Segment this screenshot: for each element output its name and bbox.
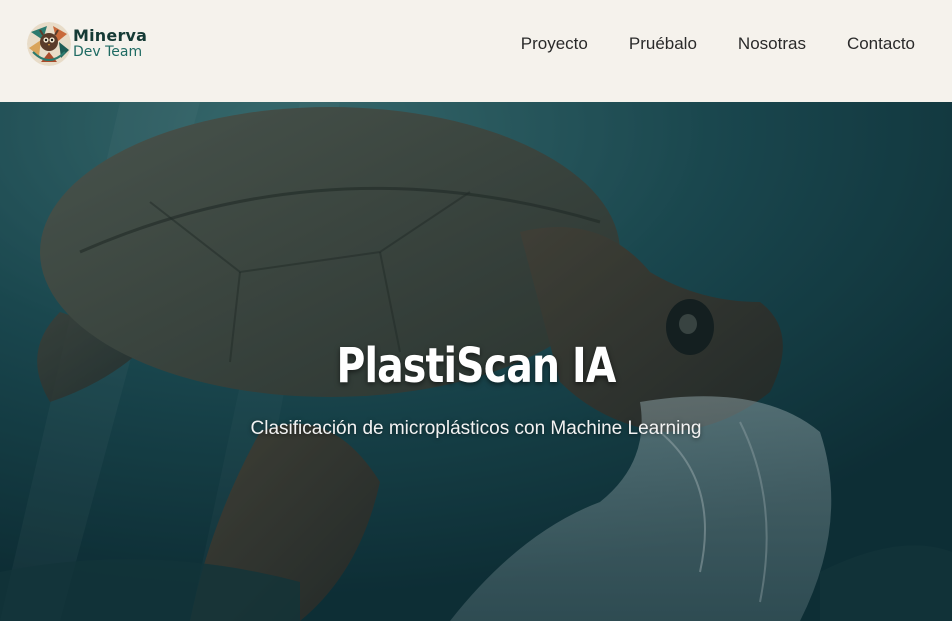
hero-section: PlastiScan IA Clasificación de microplás… xyxy=(0,102,952,621)
hero-subtitle: Clasificación de microplásticos con Mach… xyxy=(250,418,702,439)
hero-title: PlastiScan IA xyxy=(336,338,616,394)
brand-name-line1: Minerva xyxy=(73,26,148,45)
nav-item-proyecto[interactable]: Proyecto xyxy=(521,34,588,54)
brand-name: Minerva Dev Team xyxy=(73,27,147,61)
site-header: Minerva Dev Team Proyecto Pruébalo Nosot… xyxy=(0,0,952,102)
brand-name-line2: Dev Team xyxy=(73,44,143,60)
main-nav: Proyecto Pruébalo Nosotras Contacto xyxy=(480,34,915,54)
nav-item-contacto[interactable]: Contacto xyxy=(847,34,915,54)
nav-item-nosotras[interactable]: Nosotras xyxy=(738,34,806,54)
nav-item-pruebalo[interactable]: Pruébalo xyxy=(629,34,697,54)
brand-logo-link[interactable]: Minerva Dev Team xyxy=(27,22,147,66)
minerva-owl-icon xyxy=(27,22,71,66)
